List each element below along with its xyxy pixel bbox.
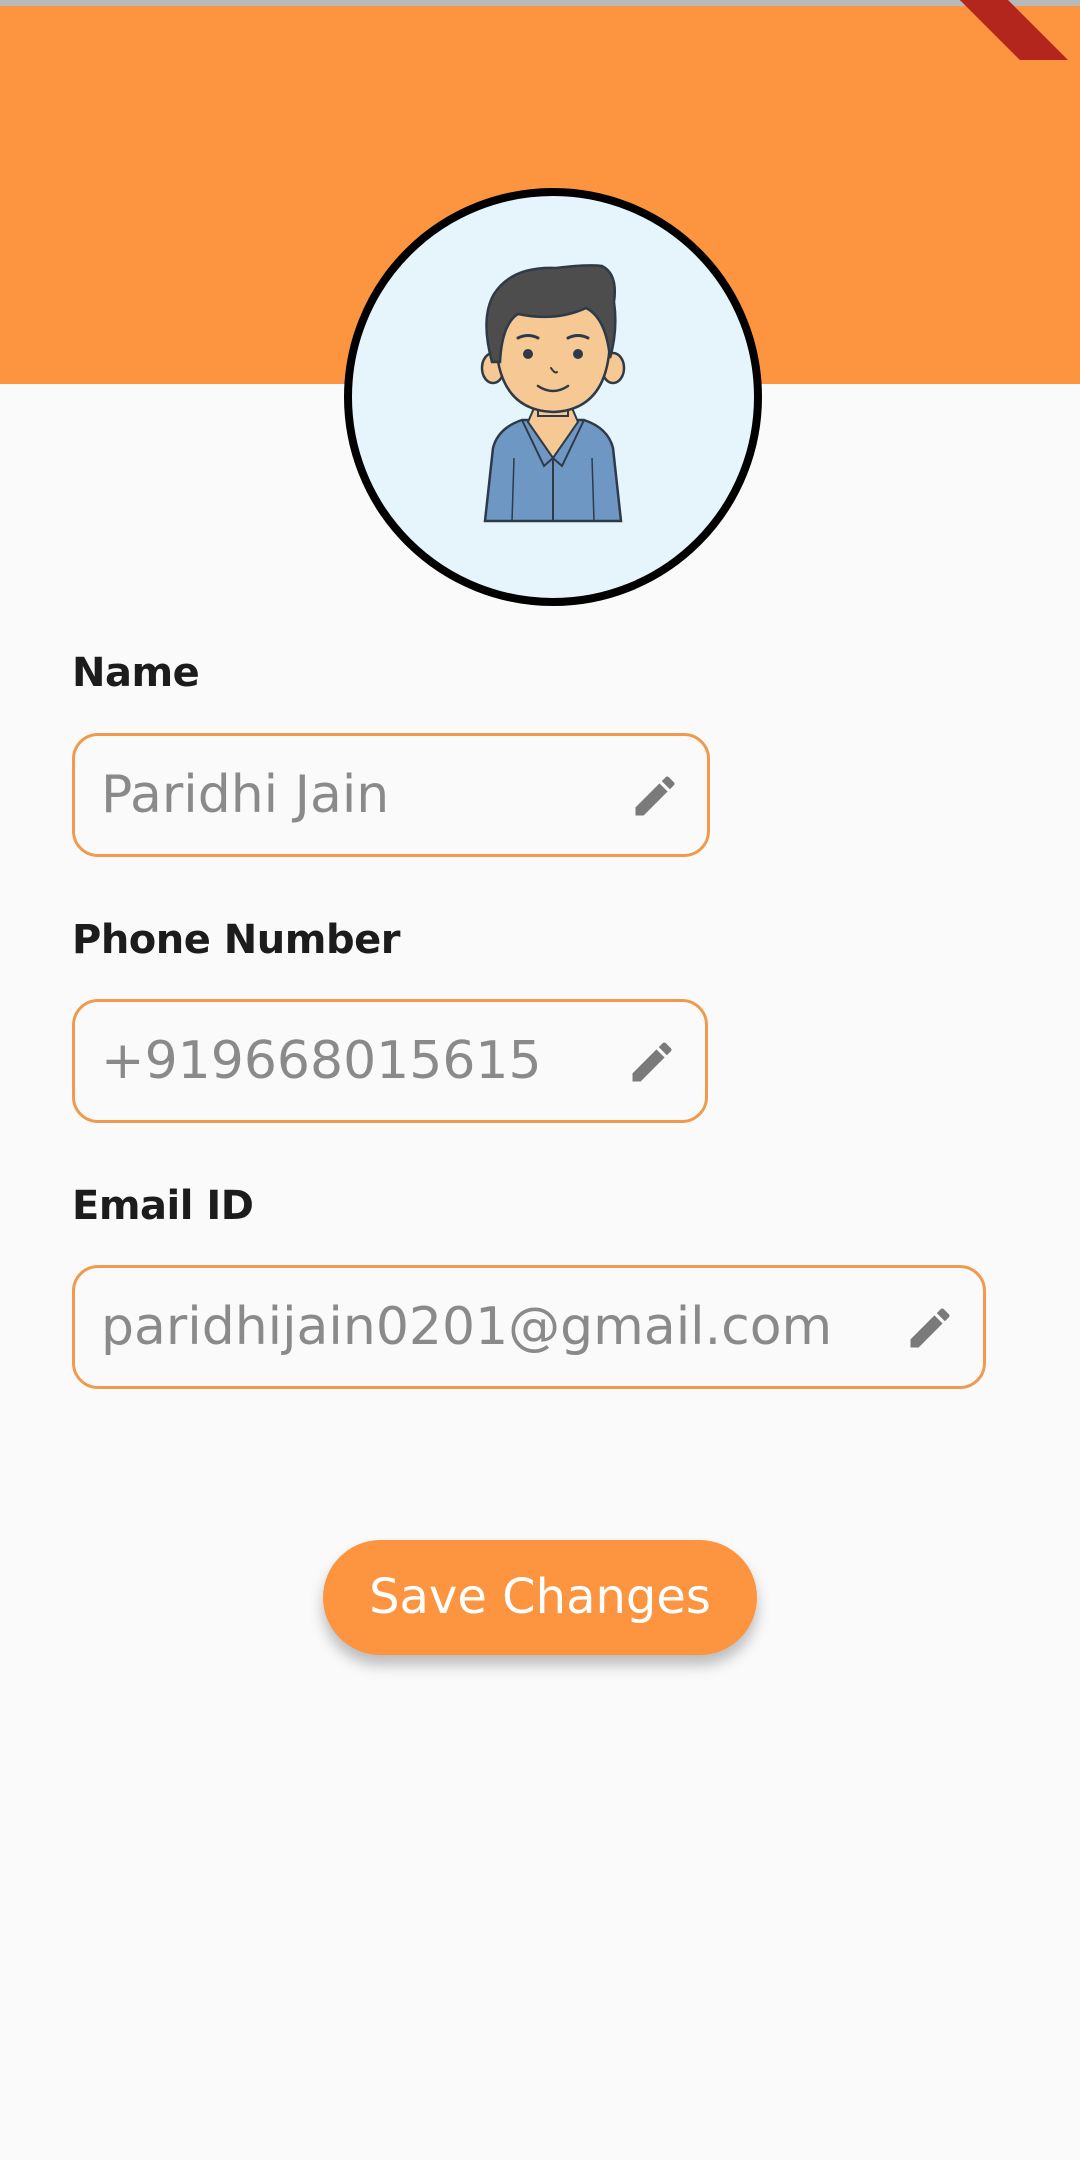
name-label: Name xyxy=(72,650,200,696)
name-field[interactable]: Paridhi Jain xyxy=(72,733,710,857)
email-value[interactable]: paridhijain0201@gmail.com xyxy=(101,1268,832,1386)
phone-label: Phone Number xyxy=(72,917,400,963)
email-label: Email ID xyxy=(72,1183,254,1229)
email-field[interactable]: paridhijain0201@gmail.com xyxy=(72,1265,986,1389)
save-changes-button[interactable]: Save Changes xyxy=(323,1540,757,1655)
phone-field[interactable]: +919668015615 xyxy=(72,999,708,1123)
pencil-edit-icon[interactable] xyxy=(904,1302,956,1354)
debug-banner xyxy=(960,0,1080,60)
male-user-avatar-icon xyxy=(480,264,626,523)
pencil-edit-icon[interactable] xyxy=(629,770,681,822)
avatar[interactable] xyxy=(344,188,762,606)
name-value[interactable]: Paridhi Jain xyxy=(101,736,389,854)
pencil-edit-icon[interactable] xyxy=(626,1036,678,1088)
phone-value[interactable]: +919668015615 xyxy=(101,1002,542,1120)
